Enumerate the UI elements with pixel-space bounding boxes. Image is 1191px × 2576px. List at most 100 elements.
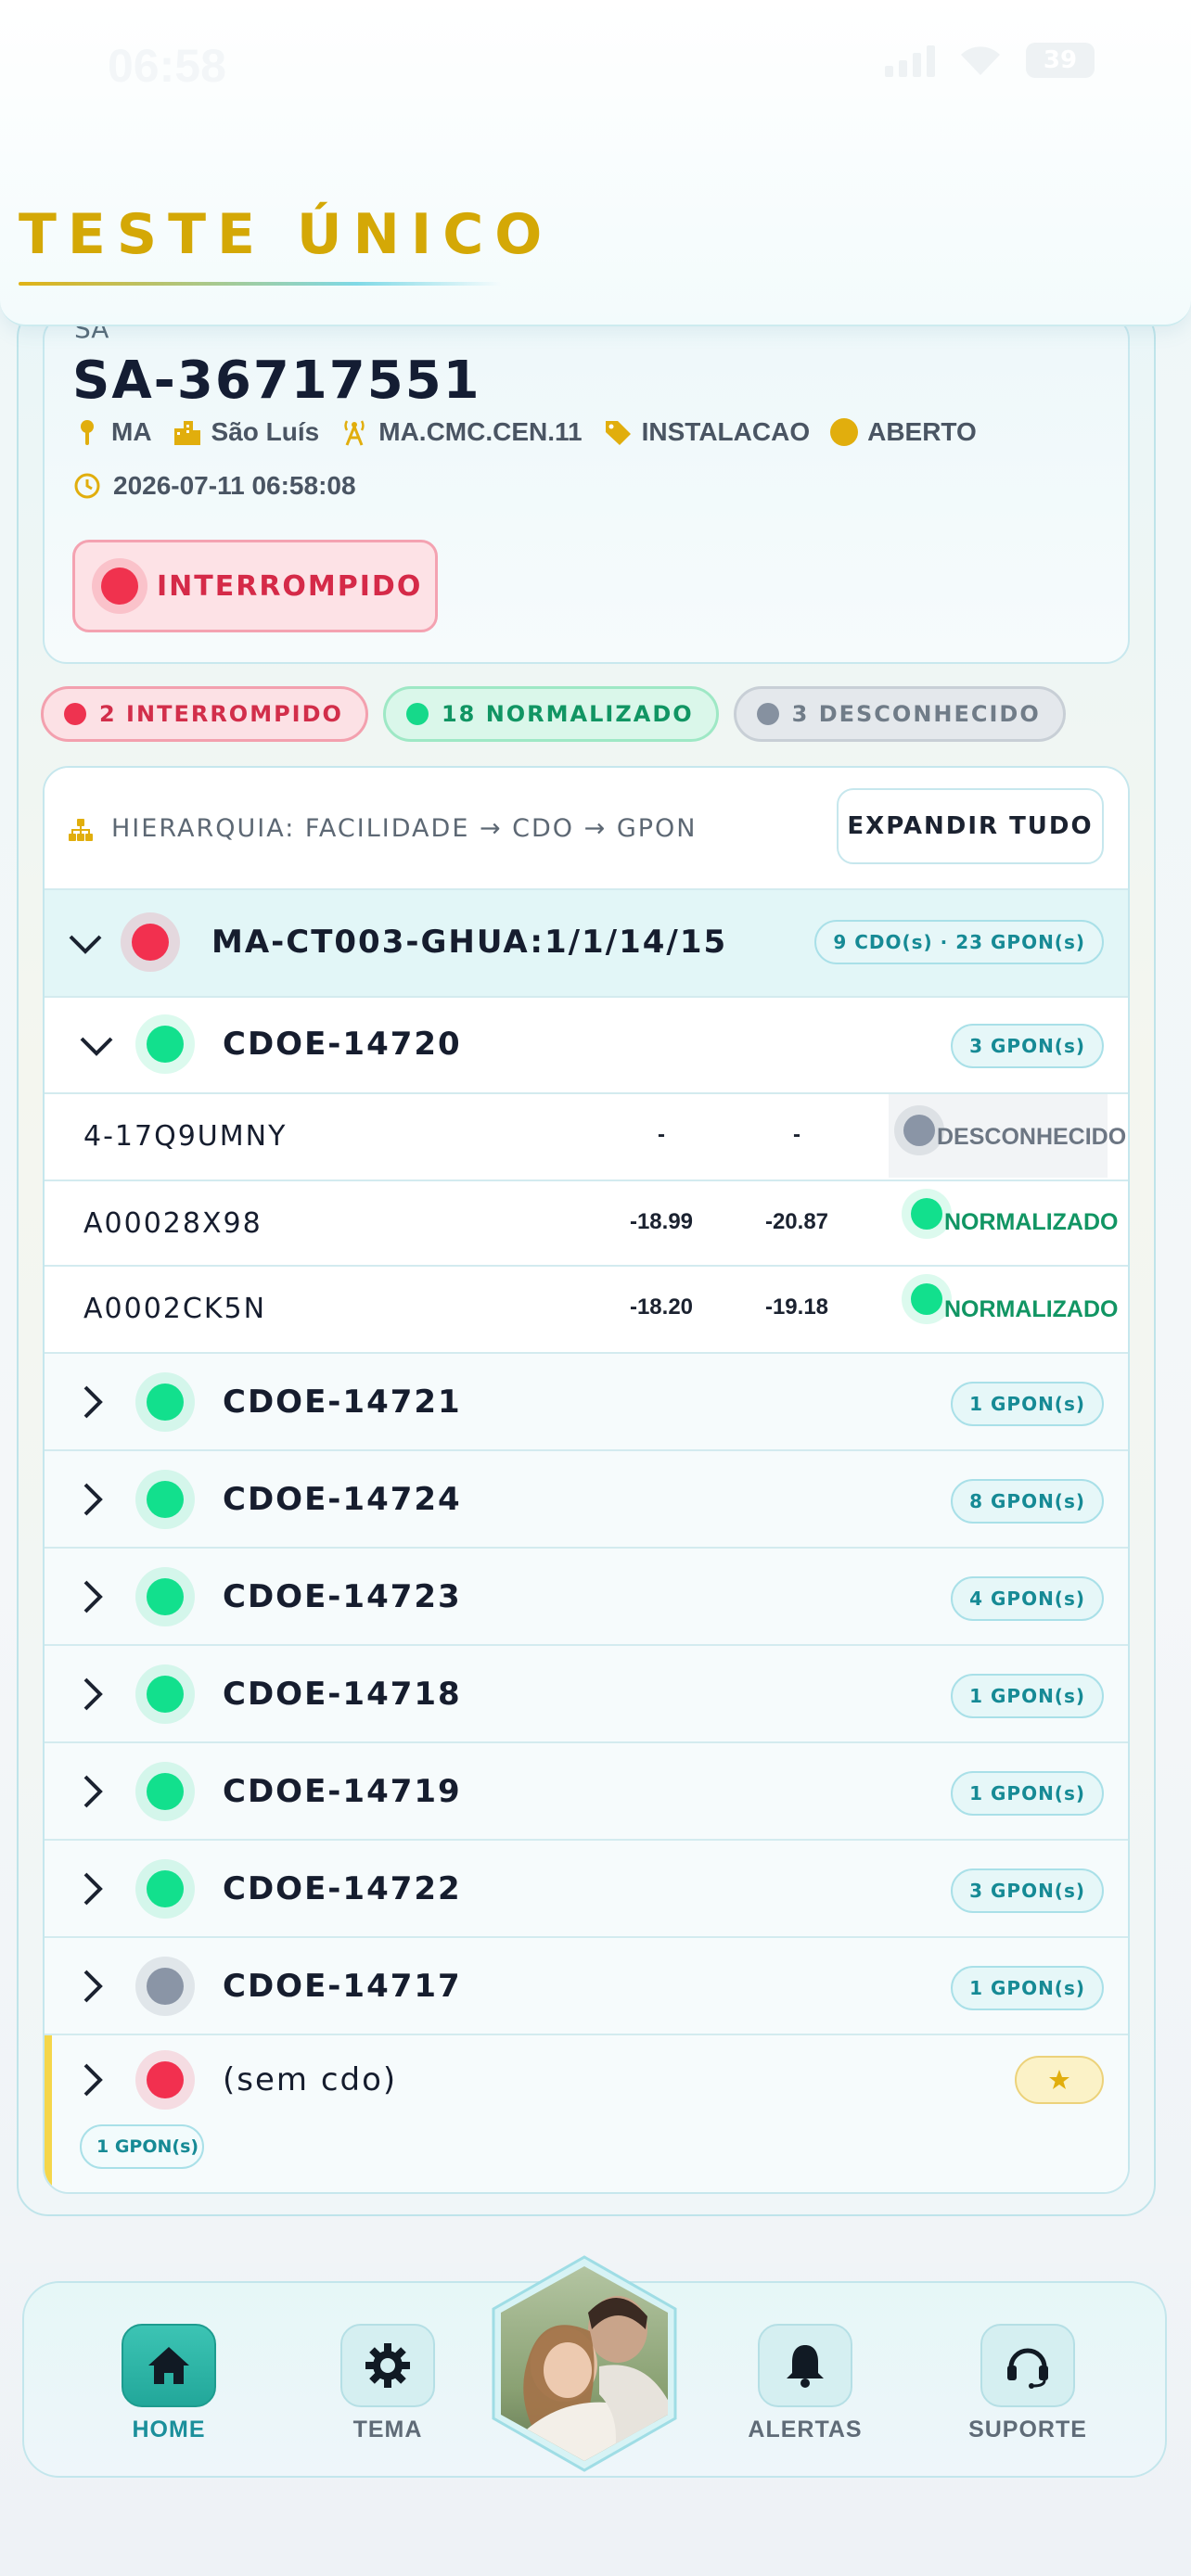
cdo-count-badge: 8 GPON(s) [951,1479,1104,1524]
cdo-status-dot [147,1384,184,1421]
wifi-icon [957,44,1004,77]
cdo-count-badge: 1 GPON(s) [951,1966,1104,2010]
cdo-name: CDOE-14720 [223,1026,462,1063]
home-icon[interactable] [122,2324,216,2407]
profile-avatar[interactable] [488,2255,681,2478]
cdo-status-dot [147,1026,184,1063]
gpon-status-label: NORMALIZADO [944,1209,1119,1235]
chevron-right-icon[interactable] [72,1868,113,1909]
sa-summary-card: SA SA-36717551 MA São Luís MA.CMC.CEN.11… [43,313,1130,664]
status-time: 06:58 [108,40,226,92]
gpon-row[interactable]: A00028X98 -18.99 -20.87 NORMALIZADO [45,1180,1128,1265]
sa-city: São Luís [173,417,319,447]
gear-icon[interactable] [340,2324,435,2407]
chip-unknown-label: 3 DESCONHECIDO [791,701,1041,727]
chip-normalized-label: 18 NORMALIZADO [441,701,694,727]
cdo-count-badge: 3 GPON(s) [951,1024,1104,1068]
sa-status-badge: INTERROMPIDO [72,540,438,632]
facility-count-badge: 9 CDO(s) · 23 GPON(s) [814,920,1104,964]
sa-state: MA [72,417,152,447]
nav-home[interactable]: HOME [104,2324,234,2443]
cdo-row[interactable]: CDOE-14724 8 GPON(s) [45,1449,1128,1547]
cdo-status-dot [147,1870,184,1907]
gpon-status: NORMALIZADO [907,1267,1118,1350]
chevron-right-icon[interactable] [72,2060,113,2100]
cdo-name: CDOE-14717 [223,1968,462,2005]
chevron-right-icon[interactable] [72,1966,113,2007]
chevron-right-icon[interactable] [72,1382,113,1422]
chip-interrupted[interactable]: 2 INTERROMPIDO [41,686,368,742]
tree-header: HIERARQUIA: FACILIDADE → CDO → GPON EXPA… [45,768,1128,888]
gpon-tx-value: -19.18 [764,1294,829,1320]
cdo-row[interactable]: CDOE-14718 1 GPON(s) [45,1644,1128,1741]
bell-icon[interactable] [758,2324,852,2407]
no-cdo-row[interactable]: (sem cdo) 1 GPON(s) [45,2034,1128,2192]
gpon-tx-value: - [793,1122,800,1147]
gpon-row[interactable]: A0002CK5N -18.20 -19.18 NORMALIZADO [45,1265,1128,1352]
chevron-down-icon[interactable] [76,1026,117,1066]
gpon-status: DESCONHECIDO [889,1094,1126,1178]
page-title: TESTE ÚNICO [19,202,554,267]
tree-heading: HIERARQUIA: FACILIDADE → CDO → GPON [111,814,698,843]
cdo-name: CDOE-14722 [223,1870,462,1907]
facility-row[interactable]: MA-CT003-GHUA:1/1/14/15 9 CDO(s) · 23 GP… [45,888,1128,996]
tag-icon [605,421,631,445]
nav-support[interactable]: SUPORTE [963,2324,1093,2443]
expand-all-button[interactable]: EXPANDIR TUDO [837,788,1104,864]
cdo-row[interactable]: CDOE-14722 3 GPON(s) [45,1839,1128,1936]
cdo-row[interactable]: CDOE-14719 1 GPON(s) [45,1741,1128,1839]
gpon-status-dot [903,1115,935,1146]
star-icon [1049,2070,1069,2089]
chip-dot [64,703,86,725]
app-header: 06:58 39 TESTE ÚNICO [0,0,1191,326]
sa-status-label: INTERROMPIDO [157,569,423,603]
gpon-status: NORMALIZADO [907,1181,1118,1265]
title-underline [19,282,501,286]
gpon-status-label: NORMALIZADO [944,1296,1119,1322]
sa-state-label: MA [111,417,152,446]
cdo-row[interactable]: CDOE-14717 1 GPON(s) [45,1936,1128,2034]
gpon-code: A0002CK5N [83,1293,267,1325]
status-bar: 06:58 39 [0,28,1191,102]
headset-icon[interactable] [980,2324,1075,2407]
pin-icon [81,420,94,445]
gpon-row[interactable]: 4-17Q9UMNY - - DESCONHECIDO [45,1092,1128,1180]
open-status-dot [830,418,859,446]
chip-unknown[interactable]: 3 DESCONHECIDO [733,686,1066,742]
gpon-rx-value: - [658,1122,665,1147]
facility-name: MA-CT003-GHUA:1/1/14/15 [211,924,728,961]
cdo-name: CDOE-14724 [223,1481,462,1518]
sa-open-status-label: ABERTO [867,417,977,446]
sa-type-label: INSTALACAO [641,417,811,446]
cdo-status-dot [147,1578,184,1615]
city-icon [173,421,200,445]
chevron-right-icon[interactable] [72,1771,113,1812]
chevron-right-icon[interactable] [72,1674,113,1715]
cdo-count-badge: 1 GPON(s) [951,1382,1104,1426]
chip-normalized[interactable]: 18 NORMALIZADO [382,686,719,742]
cdo-name: CDOE-14723 [223,1578,462,1615]
status-summary-chips: 2 INTERROMPIDO 18 NORMALIZADO 3 DESCONHE… [41,686,1066,742]
clock-icon [74,473,100,499]
cdo-name: CDOE-14719 [223,1773,462,1810]
battery-icon: 39 [1026,43,1095,78]
nav-home-label: HOME [132,2417,206,2442]
gpon-code: A00028X98 [83,1207,263,1240]
no-cdo-count-badge: 1 GPON(s) [80,2124,205,2169]
star-badge [1015,2056,1104,2104]
cdo-row[interactable]: CDOE-14723 4 GPON(s) [45,1547,1128,1644]
cdo-count-badge: 1 GPON(s) [951,1771,1104,1816]
chevron-right-icon[interactable] [72,1479,113,1520]
sa-type: INSTALACAO [603,417,810,447]
nav-alerts[interactable]: ALERTAS [740,2324,870,2443]
sa-meta-row: MA São Luís MA.CMC.CEN.11 INSTALACAO ABE… [72,417,977,447]
no-cdo-status-dot [147,2061,184,2098]
cdo-row-open[interactable]: CDOE-14720 3 GPON(s) [45,996,1128,1092]
chevron-right-icon[interactable] [72,1576,113,1617]
chevron-down-icon[interactable] [65,924,106,964]
gpon-status-dot [911,1283,942,1315]
gpon-tx-value: -20.87 [764,1209,829,1234]
nav-theme[interactable]: TEMA [323,2324,453,2443]
cdo-row[interactable]: CDOE-14721 1 GPON(s) [45,1352,1128,1449]
sa-open-status: ABERTO [830,417,977,447]
